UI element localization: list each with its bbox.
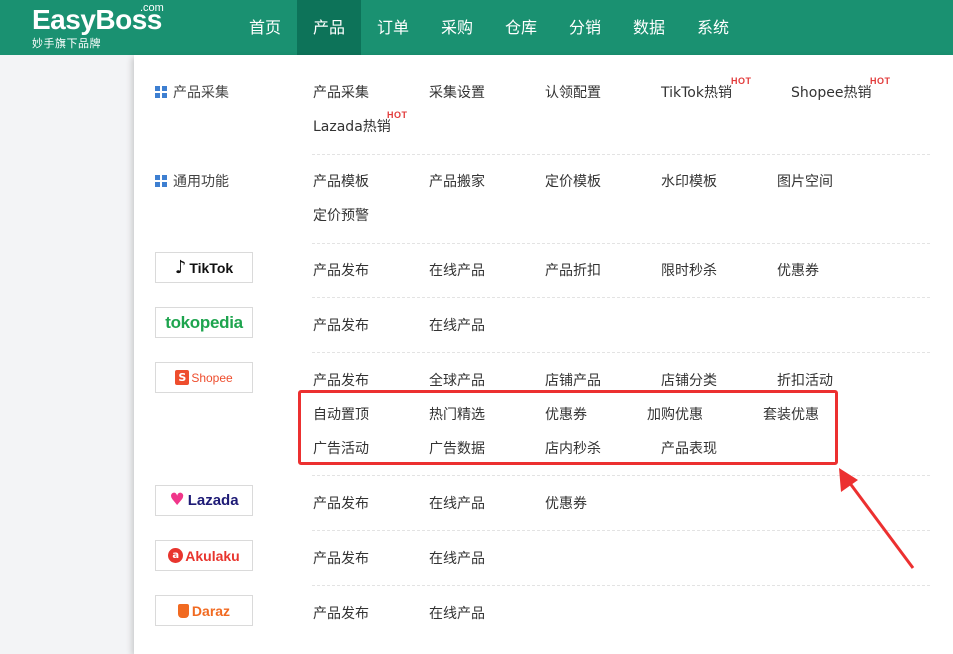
link-shopee-store-categories[interactable]: 店铺分类: [661, 370, 717, 390]
tokopedia-logo: tokopedia: [155, 307, 253, 338]
divider: [312, 475, 930, 476]
link-tiktok-discount[interactable]: 产品折扣: [545, 260, 601, 280]
link-akulaku-online[interactable]: 在线产品: [429, 548, 485, 568]
products-dropdown-panel: 产品采集 产品采集 采集设置 认领配置 TikTok热销 HOT Shopee热…: [134, 55, 953, 654]
nav-data[interactable]: 数据: [617, 0, 681, 55]
hot-badge: HOT: [387, 110, 408, 120]
lazada-heart-icon: ♥: [169, 490, 185, 510]
nav-system[interactable]: 系统: [681, 0, 745, 55]
link-shopee-hot[interactable]: Shopee热销: [791, 82, 871, 102]
link-tiktok-flash-sale[interactable]: 限时秒杀: [661, 260, 717, 280]
nav-products[interactable]: 产品: [297, 0, 361, 55]
divider: [312, 297, 930, 298]
daraz-logo: Daraz: [155, 595, 253, 626]
nav-warehouse[interactable]: 仓库: [489, 0, 553, 55]
shopee-bag-icon: S: [175, 370, 190, 385]
link-lazada-coupon[interactable]: 优惠券: [545, 493, 587, 513]
hot-badge: HOT: [731, 76, 752, 86]
nav-orders[interactable]: 订单: [361, 0, 425, 55]
link-daraz-online[interactable]: 在线产品: [429, 603, 485, 623]
link-lazada-hot[interactable]: Lazada热销: [313, 116, 391, 136]
link-shopee-discount[interactable]: 折扣活动: [777, 370, 833, 390]
main-nav: 首页 产品 订单 采购 仓库 分销 数据 系统: [233, 0, 745, 55]
divider: [312, 530, 930, 531]
link-akulaku-publish[interactable]: 产品发布: [313, 548, 369, 568]
link-shopee-store-products[interactable]: 店铺产品: [545, 370, 601, 390]
link-watermark-template[interactable]: 水印模板: [661, 171, 717, 191]
hot-badge: HOT: [870, 76, 891, 86]
link-image-space[interactable]: 图片空间: [777, 171, 833, 191]
akulaku-logo: a Akulaku: [155, 540, 253, 571]
nav-home[interactable]: 首页: [233, 0, 297, 55]
link-claim-config[interactable]: 认领配置: [545, 82, 601, 102]
link-tiktok-hot[interactable]: TikTok热销: [661, 82, 732, 102]
link-tiktok-coupon[interactable]: 优惠券: [777, 260, 819, 280]
link-pricing-template[interactable]: 定价模板: [545, 171, 601, 191]
divider: [312, 243, 930, 244]
lazada-logo: ♥ Lazada: [155, 485, 253, 516]
category-collect: 产品采集: [155, 82, 229, 102]
shopee-logo-text: Shopee: [191, 370, 233, 385]
category-common: 通用功能: [155, 171, 229, 191]
daraz-bag-icon: [177, 603, 189, 618]
link-pricing-alert[interactable]: 定价预警: [313, 205, 369, 225]
nav-distribution[interactable]: 分销: [553, 0, 617, 55]
category-collect-title: 产品采集: [173, 85, 229, 101]
link-daraz-publish[interactable]: 产品发布: [313, 603, 369, 623]
top-nav-bar: EasyBoss .com 妙手旗下品牌 首页 产品 订单 采购 仓库 分销 数…: [0, 0, 953, 55]
link-lazada-online[interactable]: 在线产品: [429, 493, 485, 513]
akulaku-logo-text: Akulaku: [185, 547, 240, 564]
divider: [312, 154, 930, 155]
shopee-logo: S Shopee: [155, 362, 253, 393]
daraz-logo-text: Daraz: [191, 602, 231, 619]
link-shopee-publish[interactable]: 产品发布: [313, 370, 369, 390]
category-common-title: 通用功能: [173, 174, 229, 190]
link-tiktok-publish[interactable]: 产品发布: [313, 260, 369, 280]
link-collect-settings[interactable]: 采集设置: [429, 82, 485, 102]
highlight-box: [298, 390, 838, 465]
lazada-logo-text: Lazada: [187, 492, 239, 509]
link-product-template[interactable]: 产品模板: [313, 171, 369, 191]
grid-icon: [155, 86, 167, 98]
tiktok-note-icon: ♪: [174, 257, 187, 278]
link-product-move[interactable]: 产品搬家: [429, 171, 485, 191]
tokopedia-logo-text: tokopedia: [165, 312, 243, 332]
link-lazada-publish[interactable]: 产品发布: [313, 493, 369, 513]
nav-purchase[interactable]: 采购: [425, 0, 489, 55]
logo-subtitle: 妙手旗下品牌: [32, 37, 101, 50]
divider: [312, 352, 930, 353]
link-tokopedia-online[interactable]: 在线产品: [429, 315, 485, 335]
akulaku-circle-icon: a: [168, 548, 184, 563]
link-tiktok-online[interactable]: 在线产品: [429, 260, 485, 280]
link-shopee-global[interactable]: 全球产品: [429, 370, 485, 390]
easyboss-logo[interactable]: EasyBoss .com 妙手旗下品牌: [32, 2, 164, 50]
divider: [312, 585, 930, 586]
logo-com: .com: [140, 2, 164, 14]
tiktok-logo: ♪ TikTok: [155, 252, 253, 283]
link-tokopedia-publish[interactable]: 产品发布: [313, 315, 369, 335]
tiktok-logo-text: TikTok: [189, 259, 234, 276]
grid-icon: [155, 175, 167, 187]
link-product-collect[interactable]: 产品采集: [313, 82, 369, 102]
